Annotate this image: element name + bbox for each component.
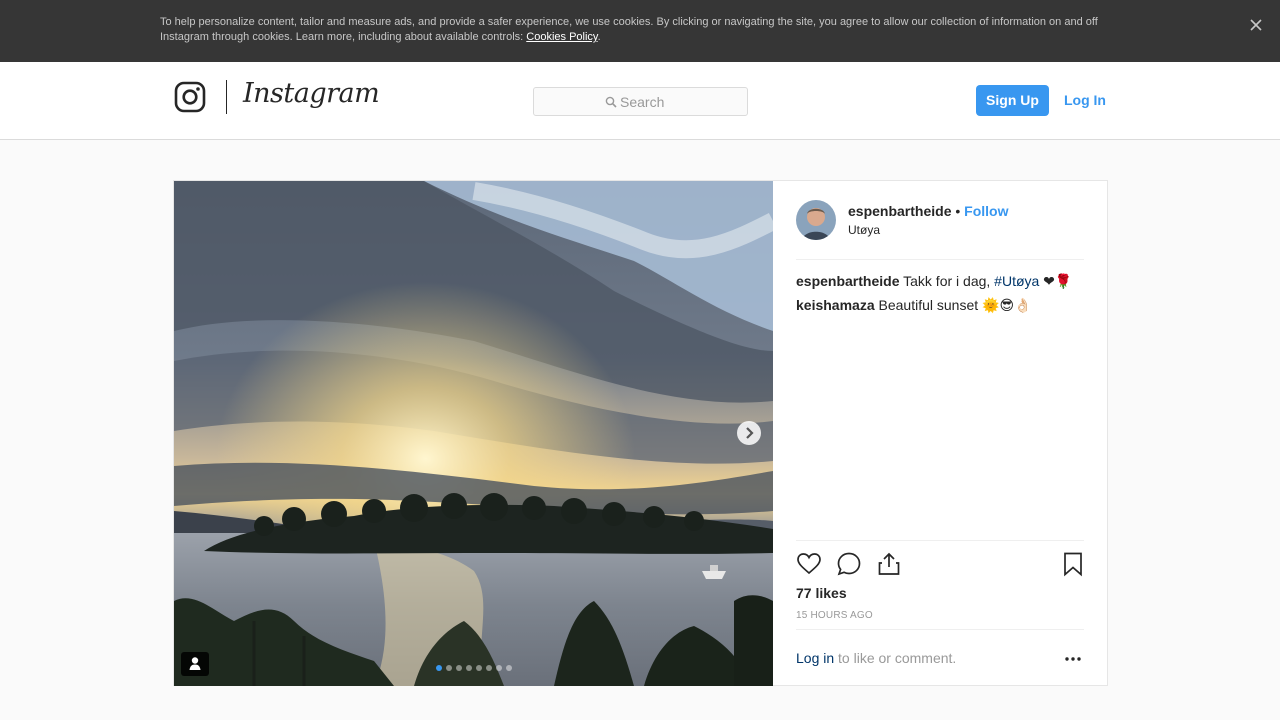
login-prompt: Log in to like or comment. bbox=[796, 650, 956, 666]
carousel-dots bbox=[436, 665, 512, 671]
avatar[interactable] bbox=[796, 200, 836, 240]
carousel-dot bbox=[506, 665, 512, 671]
follow-button[interactable]: Follow bbox=[964, 203, 1008, 219]
bookmark-icon[interactable] bbox=[1060, 551, 1086, 577]
post-author-line: espenbartheide • Follow bbox=[848, 203, 1009, 219]
cookies-policy-link[interactable]: Cookies Policy bbox=[526, 31, 597, 43]
cookie-banner: To help personalize content, tailor and … bbox=[0, 0, 1280, 62]
separator: • bbox=[955, 203, 961, 219]
comment: espenbartheide Takk for i dag, #Utøya ❤🌹 bbox=[796, 272, 1084, 290]
carousel-dot bbox=[476, 665, 482, 671]
action-bar bbox=[796, 540, 1084, 582]
more-icon[interactable] bbox=[1064, 656, 1082, 662]
carousel-dot bbox=[446, 665, 452, 671]
carousel-dot bbox=[436, 665, 442, 671]
carousel-dot bbox=[496, 665, 502, 671]
post-image[interactable] bbox=[174, 181, 773, 686]
post-timestamp[interactable]: 15 HOURS AGO bbox=[796, 610, 873, 621]
log-in-to-comment-link[interactable]: Log in bbox=[796, 650, 834, 666]
comment-text: Takk for i dag, bbox=[903, 273, 995, 289]
comment-emoji: ❤🌹 bbox=[1039, 273, 1073, 289]
comment-username[interactable]: keishamaza bbox=[796, 297, 875, 313]
search-box[interactable] bbox=[533, 87, 748, 116]
cookie-trailing: . bbox=[597, 31, 601, 43]
top-nav: Instagram Sign Up Log In bbox=[0, 62, 1280, 140]
login-to-comment-row: Log in to like or comment. bbox=[796, 629, 1084, 686]
carousel-dot bbox=[466, 665, 472, 671]
post-card: espenbartheide • Follow Utøya espenbarth… bbox=[173, 180, 1108, 686]
user-tag-icon[interactable] bbox=[181, 652, 209, 676]
comment-icon[interactable] bbox=[836, 551, 862, 577]
like-count[interactable]: 77 likes bbox=[796, 585, 847, 601]
share-icon[interactable] bbox=[876, 551, 902, 577]
comment-list: espenbartheide Takk for i dag, #Utøya ❤🌹… bbox=[796, 272, 1084, 320]
comment: keishamaza Beautiful sunset 🌞😎👌🏻 bbox=[796, 296, 1084, 314]
heart-icon[interactable] bbox=[796, 551, 822, 577]
instagram-glyph-icon[interactable] bbox=[174, 81, 206, 113]
hashtag-link[interactable]: #Utøya bbox=[994, 273, 1039, 289]
cookie-message: To help personalize content, tailor and … bbox=[160, 15, 1120, 45]
cookie-text: To help personalize content, tailor and … bbox=[160, 16, 1098, 43]
carousel-dot bbox=[456, 665, 462, 671]
instagram-wordmark[interactable]: Instagram bbox=[243, 78, 380, 109]
post-location[interactable]: Utøya bbox=[848, 223, 880, 237]
comment-username[interactable]: espenbartheide bbox=[796, 273, 899, 289]
login-prompt-text: to like or comment. bbox=[834, 650, 957, 666]
comment-text: Beautiful sunset 🌞😎👌🏻 bbox=[878, 297, 1032, 313]
search-icon bbox=[605, 96, 617, 108]
post-sidebar: espenbartheide • Follow Utøya espenbarth… bbox=[772, 181, 1108, 686]
log-in-link[interactable]: Log In bbox=[1064, 92, 1106, 108]
chevron-right-icon bbox=[746, 427, 754, 439]
next-image-button[interactable] bbox=[737, 421, 761, 445]
sign-up-button[interactable]: Sign Up bbox=[976, 85, 1049, 116]
carousel-dot bbox=[486, 665, 492, 671]
sunset-photo bbox=[174, 181, 773, 686]
logo-divider bbox=[226, 80, 227, 114]
post-header: espenbartheide • Follow Utøya bbox=[796, 200, 1084, 260]
close-icon[interactable] bbox=[1248, 17, 1264, 33]
author-username[interactable]: espenbartheide bbox=[848, 203, 951, 219]
search-input[interactable] bbox=[620, 93, 740, 111]
